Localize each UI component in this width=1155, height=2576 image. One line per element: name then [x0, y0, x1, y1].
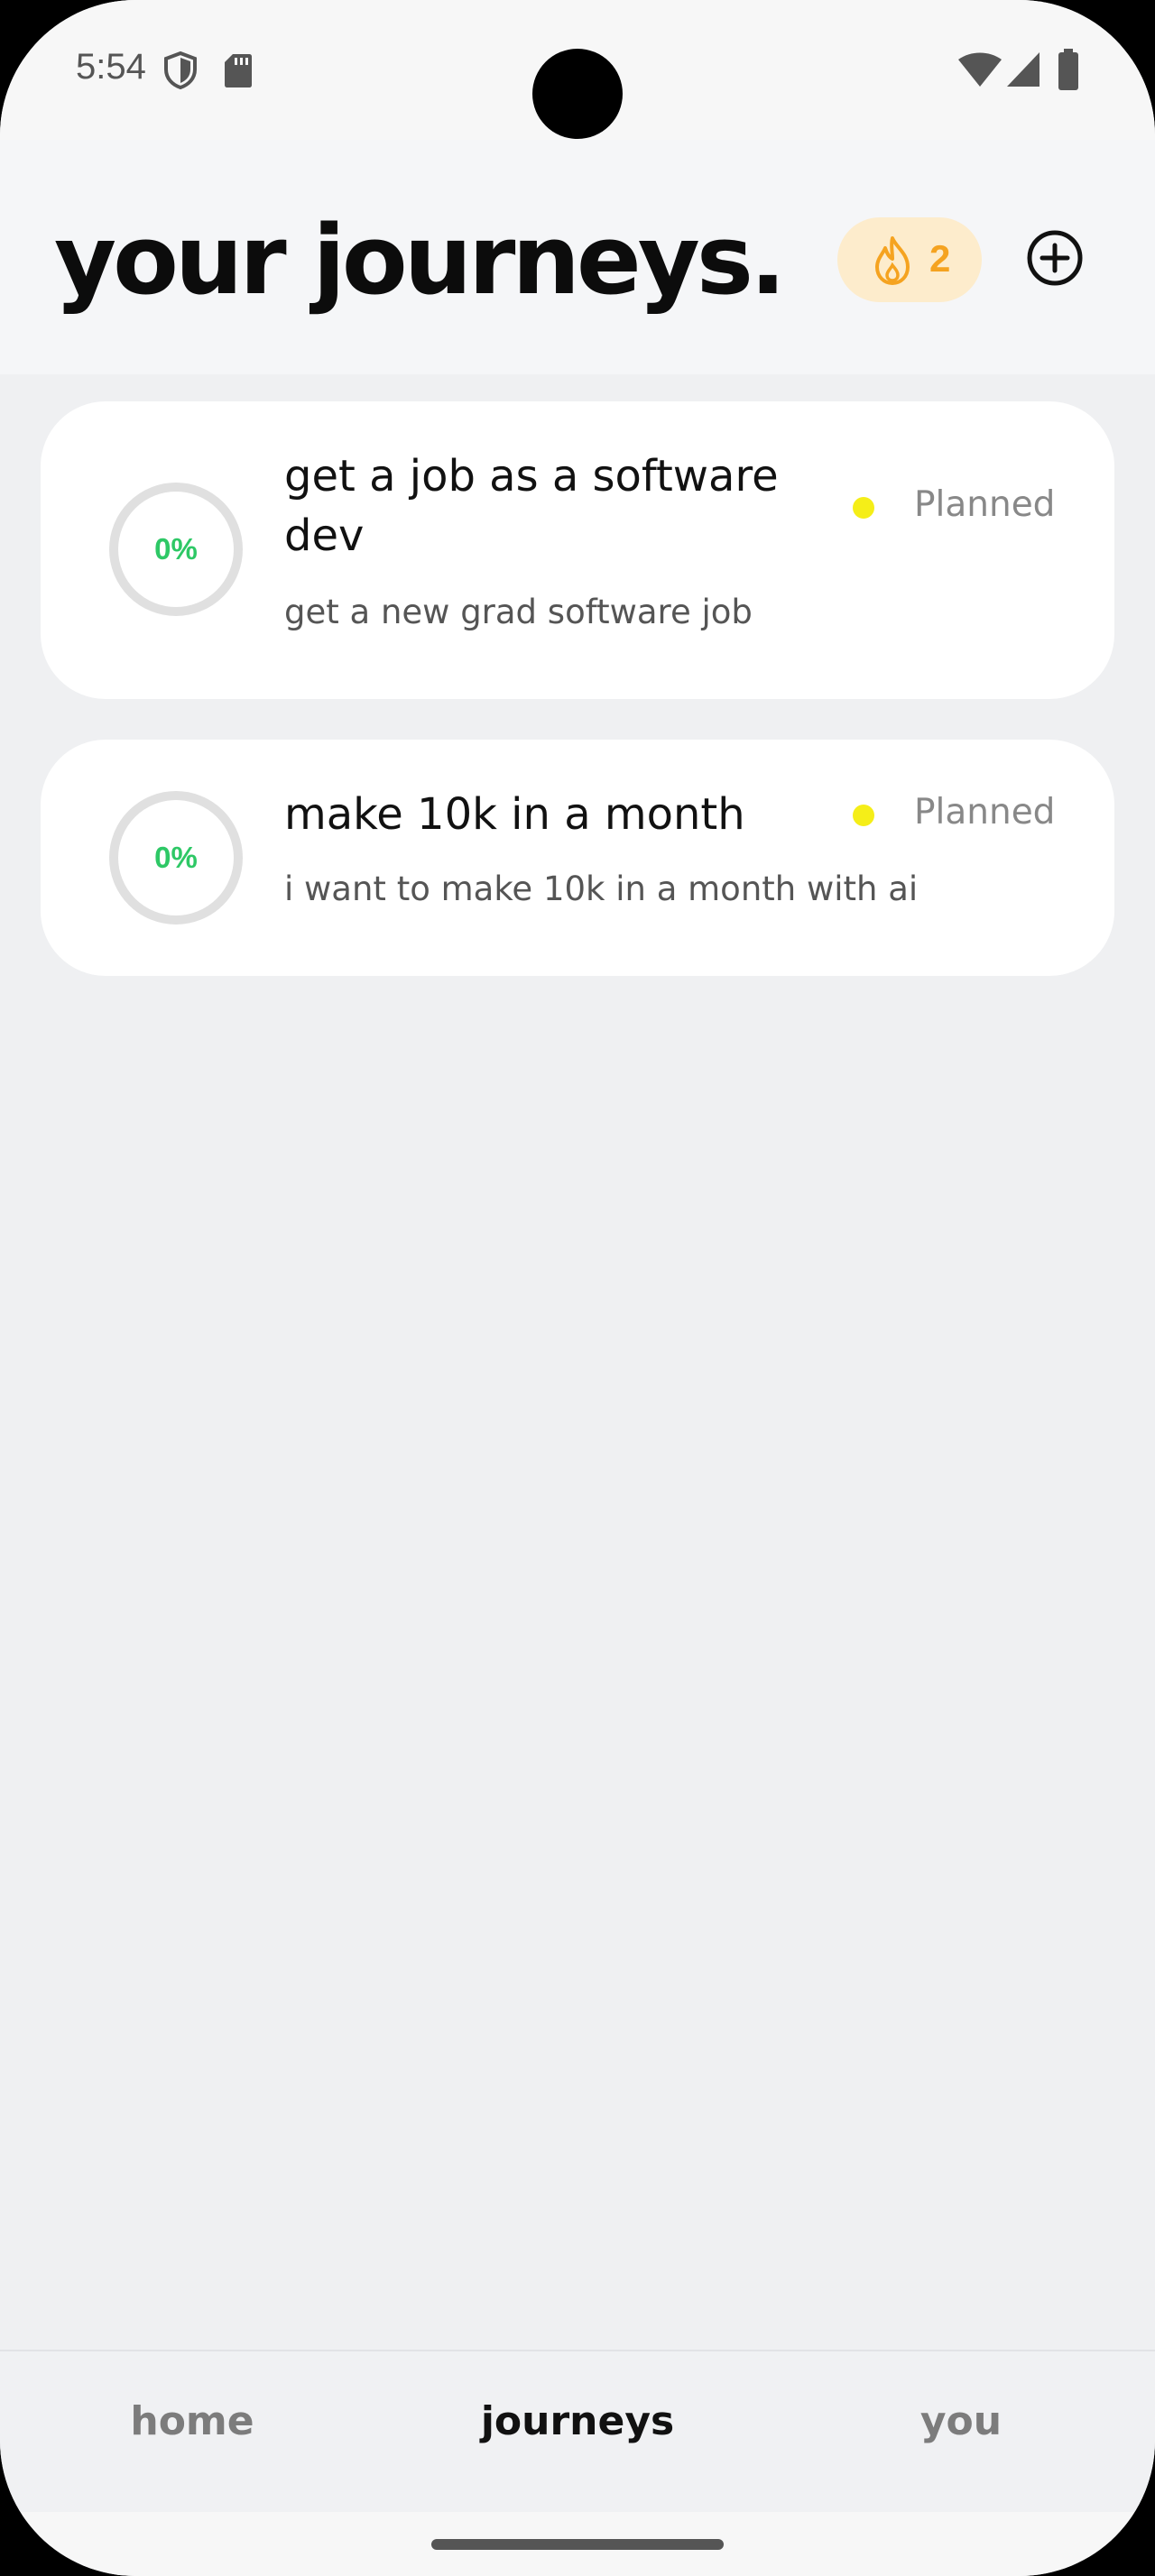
- shield-icon: [164, 51, 197, 90]
- journey-card[interactable]: 0% get a job as a software dev get a new…: [41, 401, 1114, 699]
- status-time: 5:54: [76, 47, 146, 87]
- journey-description: get a new grad software job: [284, 593, 753, 631]
- phone-screen: 5:54 your journeys. 2 0% get a job as a …: [0, 0, 1155, 2576]
- add-journey-button[interactable]: [1025, 228, 1085, 288]
- progress-ring: 0%: [107, 481, 245, 618]
- status-label: Planned: [914, 484, 1056, 525]
- progress-ring: 0%: [107, 789, 245, 926]
- streak-count: 2: [929, 237, 951, 280]
- journey-title: get a job as a software dev: [284, 451, 779, 561]
- journey-title: make 10k in a month: [284, 789, 745, 840]
- journey-card[interactable]: 0% make 10k in a month i want to make 10…: [41, 740, 1114, 976]
- status-dot: [853, 497, 874, 519]
- streak-badge[interactable]: 2: [837, 217, 982, 302]
- battery-icon: [1058, 49, 1078, 90]
- progress-label: 0%: [154, 532, 198, 566]
- cell-signal-icon: [1007, 52, 1040, 87]
- gesture-area: [0, 2512, 1155, 2576]
- bottom-nav: home journeys you: [0, 2350, 1155, 2512]
- status-bar: 5:54: [0, 0, 1155, 140]
- progress-label: 0%: [154, 841, 198, 874]
- wifi-icon: [958, 52, 1002, 87]
- home-gesture-bar[interactable]: [431, 2539, 724, 2550]
- flame-icon: [875, 236, 910, 285]
- nav-you[interactable]: you: [844, 2398, 1078, 2444]
- status-label: Planned: [914, 792, 1056, 833]
- nav-journeys[interactable]: journeys: [460, 2398, 695, 2444]
- status-dot: [853, 805, 874, 826]
- camera-cutout: [532, 49, 623, 139]
- sd-card-icon: [225, 54, 252, 87]
- page-header: your journeys. 2: [0, 140, 1155, 374]
- page-title: your journeys.: [54, 205, 786, 316]
- nav-home[interactable]: home: [75, 2398, 310, 2444]
- journey-description: i want to make 10k in a month with ai: [284, 869, 919, 908]
